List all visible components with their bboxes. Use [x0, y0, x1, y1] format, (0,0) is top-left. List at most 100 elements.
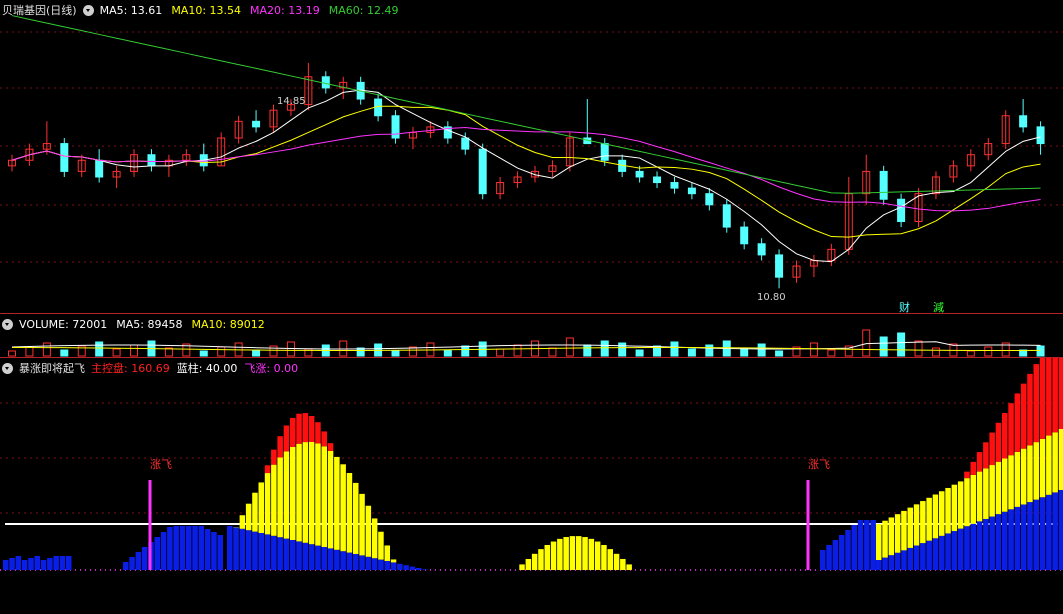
red-column — [1002, 412, 1008, 459]
yellow-column — [315, 443, 321, 546]
volume-bar — [95, 341, 104, 357]
yellow-column — [277, 457, 283, 538]
yellow-column — [951, 484, 958, 532]
volume-labels: VOLUME: 72001 MA5: 89458 MA10: 89012 — [19, 318, 265, 331]
blue-column — [1039, 497, 1046, 570]
price-chart-panel[interactable]: 贝瑞基因(日线) MA5: 13.61 MA10: 13.54 MA20: 13.1… — [0, 0, 1063, 314]
blue-column — [123, 562, 129, 570]
volume-bar — [461, 345, 470, 357]
blue-column — [3, 560, 9, 570]
candle-body — [478, 148, 487, 195]
blue-column — [901, 550, 907, 570]
volume-bar — [548, 347, 557, 357]
volume-menu-dropdown-icon[interactable] — [2, 318, 13, 330]
red-column — [989, 432, 995, 466]
volume-label-1: MA5: 89458 — [116, 317, 183, 331]
blue-column — [290, 540, 296, 570]
volume-bar — [42, 342, 51, 357]
red-column — [1052, 358, 1058, 433]
red-column — [964, 471, 970, 479]
yellow-column — [594, 541, 601, 570]
blue-column — [1014, 506, 1021, 570]
ma-label-1: MA10: 13.54 — [171, 3, 242, 17]
blue-column — [302, 542, 309, 570]
yellow-column — [1027, 445, 1033, 503]
indicator-label-0: 主控盘: 160.69 — [91, 362, 170, 375]
blue-column — [976, 521, 983, 570]
blue-column — [59, 556, 66, 570]
red-column — [308, 415, 315, 442]
candle-body — [461, 137, 470, 150]
yellow-column — [327, 450, 334, 549]
yellow-column — [983, 468, 989, 519]
blue-column — [870, 520, 876, 570]
volume-header: VOLUME: 72001 MA5: 89458 MA10: 89012 — [2, 317, 265, 331]
blue-column — [945, 533, 951, 570]
yellow-column — [1020, 448, 1027, 505]
candle-body — [147, 154, 156, 167]
red-column — [1046, 358, 1052, 436]
blue-column — [957, 528, 964, 570]
blue-column — [296, 541, 302, 570]
volume-panel[interactable]: VOLUME: 72001 MA5: 89458 MA10: 89012 — [0, 314, 1063, 357]
indicator-header: 暴涨即将起飞 主控盘: 160.69 蓝柱: 40.00 飞涨: 0.00 — [2, 361, 298, 375]
candle-body — [722, 204, 731, 228]
indicator-labels: 主控盘: 160.69 蓝柱: 40.00 飞涨: 0.00 — [91, 360, 298, 376]
blue-column — [857, 520, 864, 570]
candle-body — [1036, 126, 1045, 145]
blue-column — [359, 555, 365, 570]
stock-title: 贝瑞基因(日线) — [2, 4, 77, 17]
volume-bar — [827, 349, 836, 357]
yellow-column — [390, 559, 397, 563]
blue-column — [416, 568, 422, 570]
blue-column — [1027, 502, 1033, 570]
price-menu-dropdown-icon[interactable] — [82, 4, 94, 16]
indicator-chart-svg[interactable] — [0, 358, 1063, 614]
blue-column — [926, 540, 932, 570]
low-price-marker: 10.80 — [757, 292, 786, 303]
yellow-column — [901, 510, 907, 551]
candle-body — [775, 254, 784, 278]
blue-column — [141, 547, 148, 570]
indicator-title: 暴涨即将起飞 — [19, 362, 85, 375]
blue-column — [258, 533, 264, 570]
blue-column — [970, 523, 976, 570]
yellow-column — [252, 492, 258, 532]
blue-column — [838, 535, 845, 570]
candle-body — [740, 226, 749, 245]
yellow-column — [550, 541, 557, 570]
indicator-panel[interactable]: 暴涨即将起飞 主控盘: 160.69 蓝柱: 40.00 飞涨: 0.00 涨飞 涨… — [0, 358, 1063, 614]
yellow-column — [876, 524, 882, 560]
blue-column — [995, 514, 1002, 570]
yellow-column — [913, 504, 920, 546]
volume-bar — [862, 329, 871, 357]
indicator-menu-dropdown-icon[interactable] — [2, 362, 13, 374]
blue-column — [932, 538, 939, 570]
volume-bar — [60, 349, 69, 357]
volume-bar — [8, 350, 16, 357]
blue-column — [951, 531, 958, 570]
blue-column — [308, 544, 315, 570]
signal-label-2: 涨飞 — [808, 458, 830, 471]
blue-column — [920, 543, 926, 570]
blue-column — [173, 526, 179, 570]
candle-body — [897, 198, 906, 223]
yellow-column — [888, 517, 895, 556]
volume-bar — [914, 340, 923, 357]
red-column — [976, 452, 983, 472]
price-chart-svg[interactable] — [0, 0, 1063, 313]
yellow-column — [531, 553, 538, 570]
volume-bar — [199, 350, 208, 357]
yellow-column — [939, 491, 945, 536]
candle-body — [670, 182, 679, 189]
candle-body — [757, 243, 766, 256]
yellow-column — [384, 545, 390, 561]
blue-column — [1033, 499, 1039, 570]
blue-column — [907, 547, 913, 570]
yellow-column — [907, 507, 913, 548]
volume-bar — [269, 345, 278, 357]
yellow-column — [538, 549, 544, 570]
yellow-column — [1002, 458, 1008, 512]
yellow-column — [945, 487, 951, 534]
indicator-label-2: 飞涨: 0.00 — [244, 362, 299, 375]
